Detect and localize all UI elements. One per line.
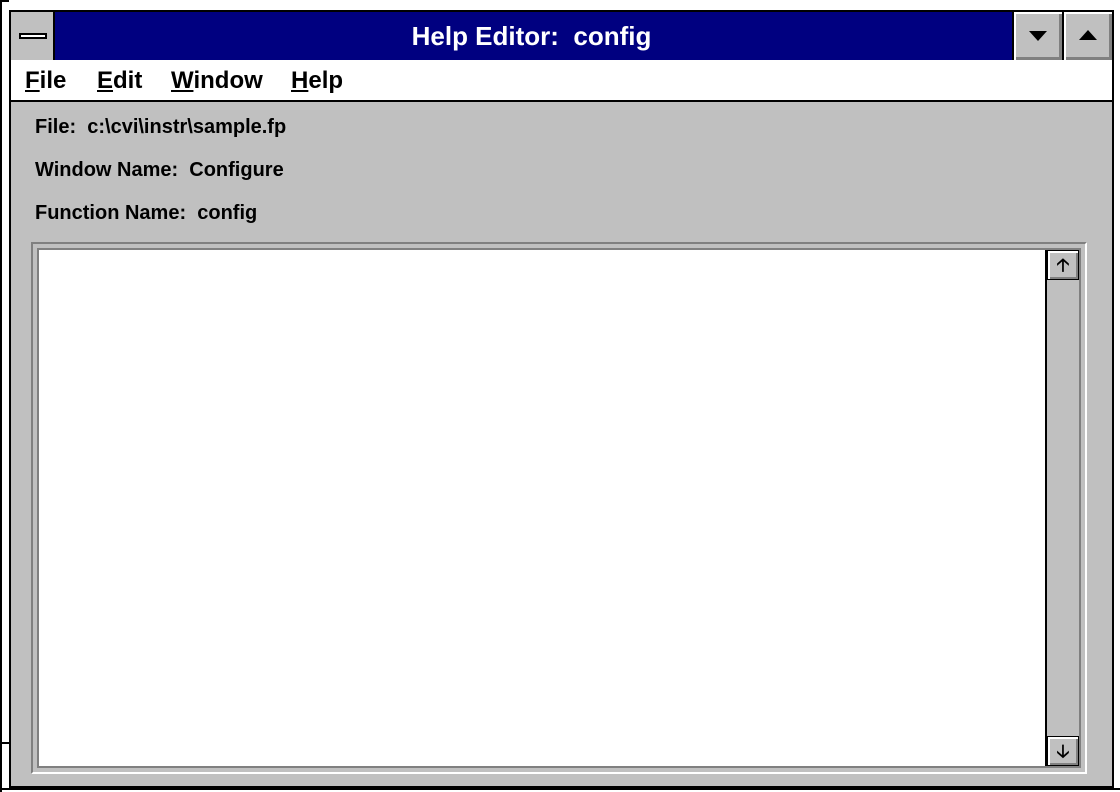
menu-window-label: indow (193, 67, 263, 94)
menu-file[interactable]: File (25, 66, 66, 96)
scroll-up-arrow-icon: 🡡 (1056, 255, 1070, 275)
menu-help[interactable]: Help (291, 66, 343, 96)
system-menu-button[interactable] (11, 12, 55, 60)
menu-help-mnemonic: H (291, 67, 309, 94)
menu-file-mnemonic: F (25, 67, 40, 94)
scroll-down-button[interactable]: 🡣 (1047, 736, 1079, 766)
title-bar[interactable]: Help Editor: config (11, 12, 1112, 62)
desktop-tick (0, 0, 9, 2)
maximize-button[interactable] (1062, 12, 1112, 60)
desktop-bottom-line (0, 788, 1120, 790)
window-title: Help Editor: config (411, 21, 652, 51)
help-text-frame: 🡡 🡣 (31, 242, 1087, 774)
menu-help-label: elp (308, 67, 344, 94)
window-name-label: Window Name: Configure (35, 159, 284, 181)
scroll-down-arrow-icon: 🡣 (1056, 741, 1070, 761)
menu-edit[interactable]: Edit (97, 66, 142, 96)
menu-file-label: ile (39, 67, 67, 94)
help-text-editor[interactable]: 🡡 🡣 (37, 248, 1081, 768)
menu-edit-mnemonic: E (97, 67, 114, 94)
scroll-up-button[interactable]: 🡡 (1047, 250, 1079, 280)
menu-window[interactable]: Window (171, 66, 263, 96)
desktop-edge-line (0, 0, 2, 792)
minimize-icon (1029, 31, 1047, 41)
menu-bar: File Edit Window Help (11, 60, 1112, 102)
help-editor-window: Help Editor: config File Edit Window Hel… (9, 10, 1114, 788)
menu-edit-label: dit (113, 67, 143, 94)
minimize-button[interactable] (1012, 12, 1062, 60)
maximize-icon (1079, 30, 1097, 40)
file-path-label: File: c:\cvi\instr\sample.fp (35, 116, 287, 138)
desktop-tick (0, 742, 9, 744)
function-name-label: Function Name: config (35, 202, 258, 224)
system-menu-icon (19, 33, 47, 39)
vertical-scrollbar[interactable]: 🡡 🡣 (1045, 250, 1079, 766)
menu-window-mnemonic: W (171, 67, 194, 94)
